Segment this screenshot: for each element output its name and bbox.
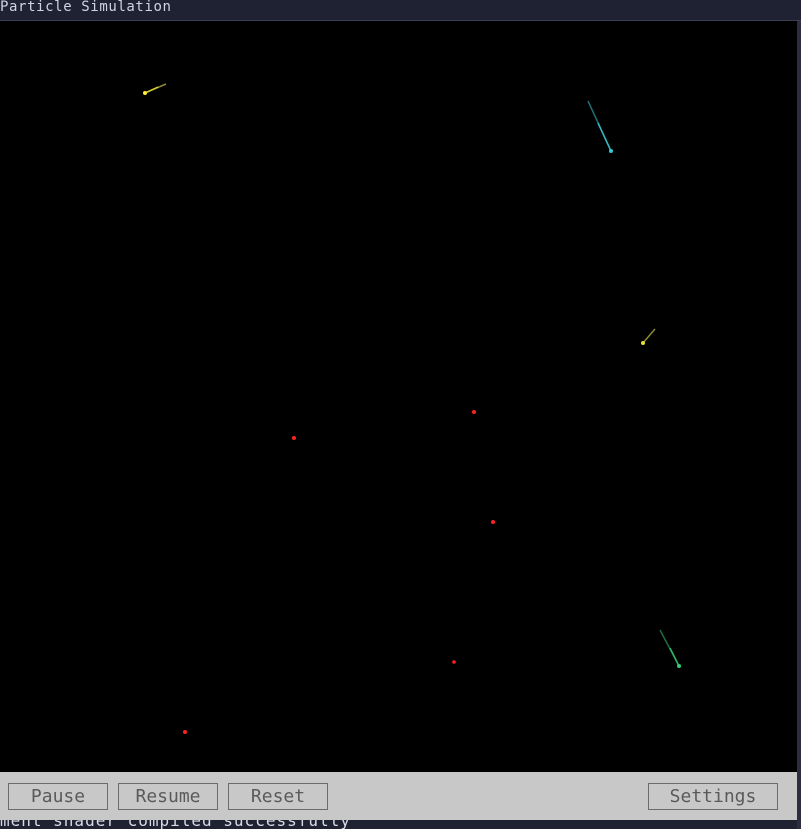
console-output: ment shader compiled successfully xyxy=(0,820,797,829)
pause-button[interactable]: Pause xyxy=(8,783,108,810)
console-message: ment shader compiled successfully xyxy=(0,820,351,829)
particle-trail xyxy=(642,328,656,344)
window-title: Particle Simulation xyxy=(0,0,172,15)
app-window: Particle Simulation Pause Resume Reset S… xyxy=(0,0,801,829)
particle xyxy=(452,660,456,664)
particle xyxy=(292,436,296,440)
settings-button[interactable]: Settings xyxy=(648,783,778,810)
window-border xyxy=(797,21,801,829)
particle xyxy=(641,341,645,345)
particle xyxy=(472,410,476,414)
particle-trail xyxy=(669,647,680,667)
control-toolbar: Pause Resume Reset Settings xyxy=(0,772,797,820)
resume-button[interactable]: Resume xyxy=(118,783,218,810)
particle-layer xyxy=(143,83,681,734)
title-bar[interactable]: Particle Simulation xyxy=(0,0,801,21)
particle xyxy=(677,664,681,668)
particle xyxy=(491,520,495,524)
particle xyxy=(183,730,187,734)
simulation-canvas[interactable] xyxy=(0,21,797,772)
particle-trail xyxy=(144,86,159,94)
particle xyxy=(143,91,147,95)
particle xyxy=(609,149,613,153)
particle-trail xyxy=(597,122,612,152)
reset-button[interactable]: Reset xyxy=(228,783,328,810)
